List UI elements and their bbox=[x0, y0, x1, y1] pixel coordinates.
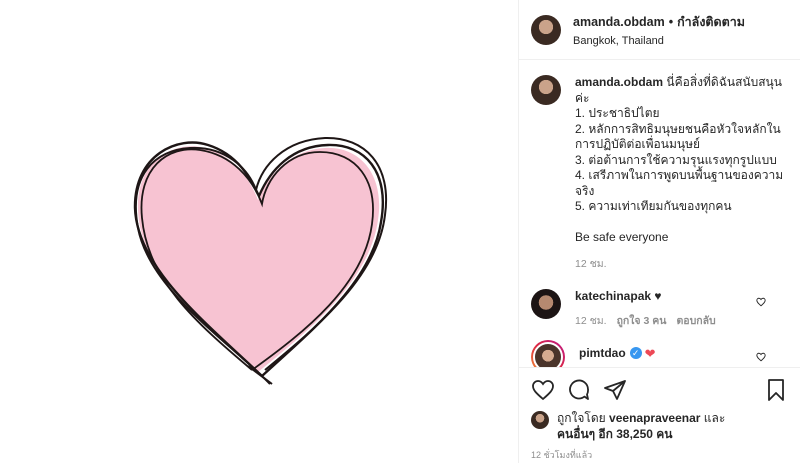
pink-heart-drawing bbox=[133, 136, 388, 385]
location-link[interactable]: Bangkok, Thailand bbox=[573, 35, 745, 47]
caption-username[interactable]: amanda.obdam bbox=[575, 75, 663, 89]
comment-item: pimtdao ✓ ❤ bbox=[531, 339, 788, 367]
liker-username[interactable]: veenapraveenar bbox=[609, 411, 700, 425]
caption-avatar[interactable] bbox=[531, 75, 561, 105]
caption-line-2: 2. หลักการสิทธิมนุษยชนคือหัวใจหลักใน bbox=[575, 121, 781, 136]
comment-item: katechinapak ♥ 12 ชม. ถูกใจ 3 คน ตอบกลับ bbox=[531, 288, 788, 330]
likes-and: และ bbox=[703, 411, 726, 425]
separator-dot: • bbox=[668, 15, 674, 29]
comment-like-heart-icon[interactable] bbox=[756, 297, 766, 307]
bookmark-icon[interactable] bbox=[764, 378, 788, 402]
post-sidebar: amanda.obdam • กำลังติดตาม Bangkok, Thai… bbox=[518, 0, 800, 463]
caption-line-3: การปฏิบัติต่อเพื่อนมนุษย์ bbox=[575, 137, 701, 151]
verified-badge-icon: ✓ bbox=[629, 347, 642, 360]
comment-likes[interactable]: ถูกใจ 3 คน bbox=[617, 314, 667, 330]
caption-line-6: จริง bbox=[575, 183, 595, 198]
liked-by-prefix: ถูกใจโดย bbox=[557, 411, 606, 425]
comment-time[interactable]: 12 ชม. bbox=[575, 314, 607, 330]
comment-username[interactable]: katechinapak bbox=[575, 289, 651, 303]
likes-others[interactable]: คนอื่นๆ อีก 38,250 คน bbox=[557, 427, 673, 441]
comment-text: ❤ bbox=[644, 345, 656, 361]
story-ring[interactable] bbox=[531, 339, 565, 367]
caption-line-1: 1. ประชาธิปไตย bbox=[575, 106, 660, 120]
caption-time[interactable]: 12 ชม. bbox=[575, 257, 607, 273]
posted-time[interactable]: 12 ชั่วโมงที่แล้ว bbox=[531, 448, 788, 462]
comment-icon[interactable] bbox=[567, 378, 591, 402]
caption-line-8 bbox=[575, 215, 788, 230]
comment-avatar[interactable] bbox=[533, 341, 563, 367]
following-button[interactable]: กำลังติดตาม bbox=[677, 12, 745, 32]
instagram-post: amanda.obdam • กำลังติดตาม Bangkok, Thai… bbox=[0, 0, 800, 463]
comment-like-heart-icon[interactable] bbox=[756, 352, 766, 362]
caption-line-7: 5. ความเท่าเทียมกันของทุกคน bbox=[575, 199, 732, 213]
comments-section[interactable]: amanda.obdam นี่คือสิ่งที่ดิฉันสนับสนุนค… bbox=[519, 61, 800, 367]
author-username[interactable]: amanda.obdam bbox=[573, 15, 665, 29]
comment-text: ♥ bbox=[654, 288, 662, 303]
reply-button[interactable]: ตอบกลับ bbox=[676, 314, 715, 330]
caption-line-9: Be safe everyone bbox=[575, 229, 669, 244]
post-image[interactable] bbox=[0, 0, 518, 463]
action-bar: ถูกใจโดย veenapraveenar และ คนอื่นๆ อีก … bbox=[519, 367, 800, 463]
liker-avatar[interactable] bbox=[531, 411, 549, 429]
likes-summary: ถูกใจโดย veenapraveenar และ คนอื่นๆ อีก … bbox=[531, 410, 788, 442]
comment-username[interactable]: pimtdao bbox=[579, 346, 626, 360]
share-icon[interactable] bbox=[603, 378, 627, 402]
caption-line-5: 4. เสรีภาพในการพูดบนพื้นฐานของความ bbox=[575, 168, 784, 182]
caption: amanda.obdam นี่คือสิ่งที่ดิฉันสนับสนุนค… bbox=[531, 75, 788, 281]
heart-outline-icon[interactable] bbox=[531, 378, 555, 402]
author-avatar[interactable] bbox=[531, 14, 561, 45]
caption-line-4: 3. ต่อต้านการใช้ความรุนแรงทุกรูปแบบ bbox=[575, 152, 777, 167]
comment-avatar[interactable] bbox=[531, 288, 561, 319]
post-header: amanda.obdam • กำลังติดตาม Bangkok, Thai… bbox=[519, 0, 800, 60]
